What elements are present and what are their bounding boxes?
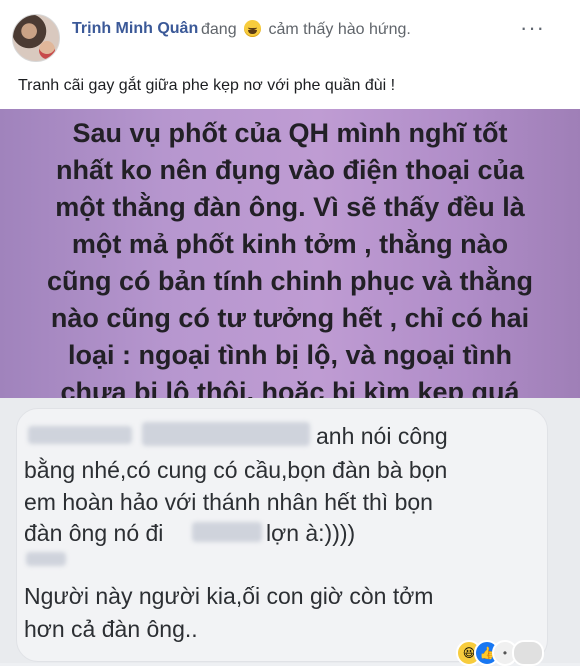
more-options-icon[interactable]: ··· xyxy=(520,17,545,39)
reaction-count xyxy=(512,640,544,666)
banner-line: một thằng đàn ông. Vì sẽ thấy đều là xyxy=(55,192,525,222)
colored-text-banner: Sau vụ phốt của QH mình nghĩ tốt nhất ko… xyxy=(0,109,580,398)
status-suffix: cảm thấy hào hứng. xyxy=(268,21,411,38)
banner-line: Sau vụ phốt của QH mình nghĩ tốt xyxy=(72,118,508,148)
banner-text: Sau vụ phốt của QH mình nghĩ tốt nhất ko… xyxy=(0,115,580,398)
banner-line: chưa bị lộ thôi, hoặc bị kìm kẹp quá xyxy=(60,377,520,398)
banner-line: loại : ngoại tình bị lộ, và ngoại tình xyxy=(68,340,512,370)
comment-text: lợn à:)))) xyxy=(266,520,356,546)
comment-text: bằng nhé,có cung có cầu,bọn đàn bà bọn xyxy=(24,457,448,483)
author-name[interactable]: Trịnh Minh Quân xyxy=(72,20,198,38)
banner-line: nào cũng có tư tưởng hết , chỉ có hai xyxy=(50,303,530,333)
banner-line: nhất ko nên đụng vào điện thoại của xyxy=(55,155,525,185)
redacted-name xyxy=(142,422,310,446)
post-card: Trịnh Minh Quân đang cảm thấy hào hứng. … xyxy=(0,0,580,398)
comment-text: đàn ông nó đi xyxy=(24,520,164,546)
comment-text: Người này người kia,ối con giờ còn tởm xyxy=(24,583,434,609)
comment-text: em hoàn hảo với thánh nhân hết thì bọn xyxy=(24,489,433,515)
comment-text: anh nói công xyxy=(316,423,448,449)
status-prefix: đang xyxy=(201,21,237,38)
grinning-face-icon xyxy=(244,20,262,37)
reaction-summary[interactable]: 😆 👍 • xyxy=(456,640,556,666)
redacted-name xyxy=(28,426,132,444)
feeling-status: đang cảm thấy hào hứng. xyxy=(201,20,411,39)
redacted-text xyxy=(192,522,262,542)
banner-line: cũng có bản tính chinh phục và thằng xyxy=(47,266,533,296)
banner-line: một mả phốt kinh tởm , thằng nào xyxy=(71,229,509,259)
comment-text: hơn cả đàn ông.. xyxy=(24,616,198,642)
post-caption: Tranh cãi gay gắt giữa phe kẹp nơ với ph… xyxy=(18,77,396,94)
avatar[interactable] xyxy=(12,14,60,62)
redacted-name xyxy=(26,552,66,566)
